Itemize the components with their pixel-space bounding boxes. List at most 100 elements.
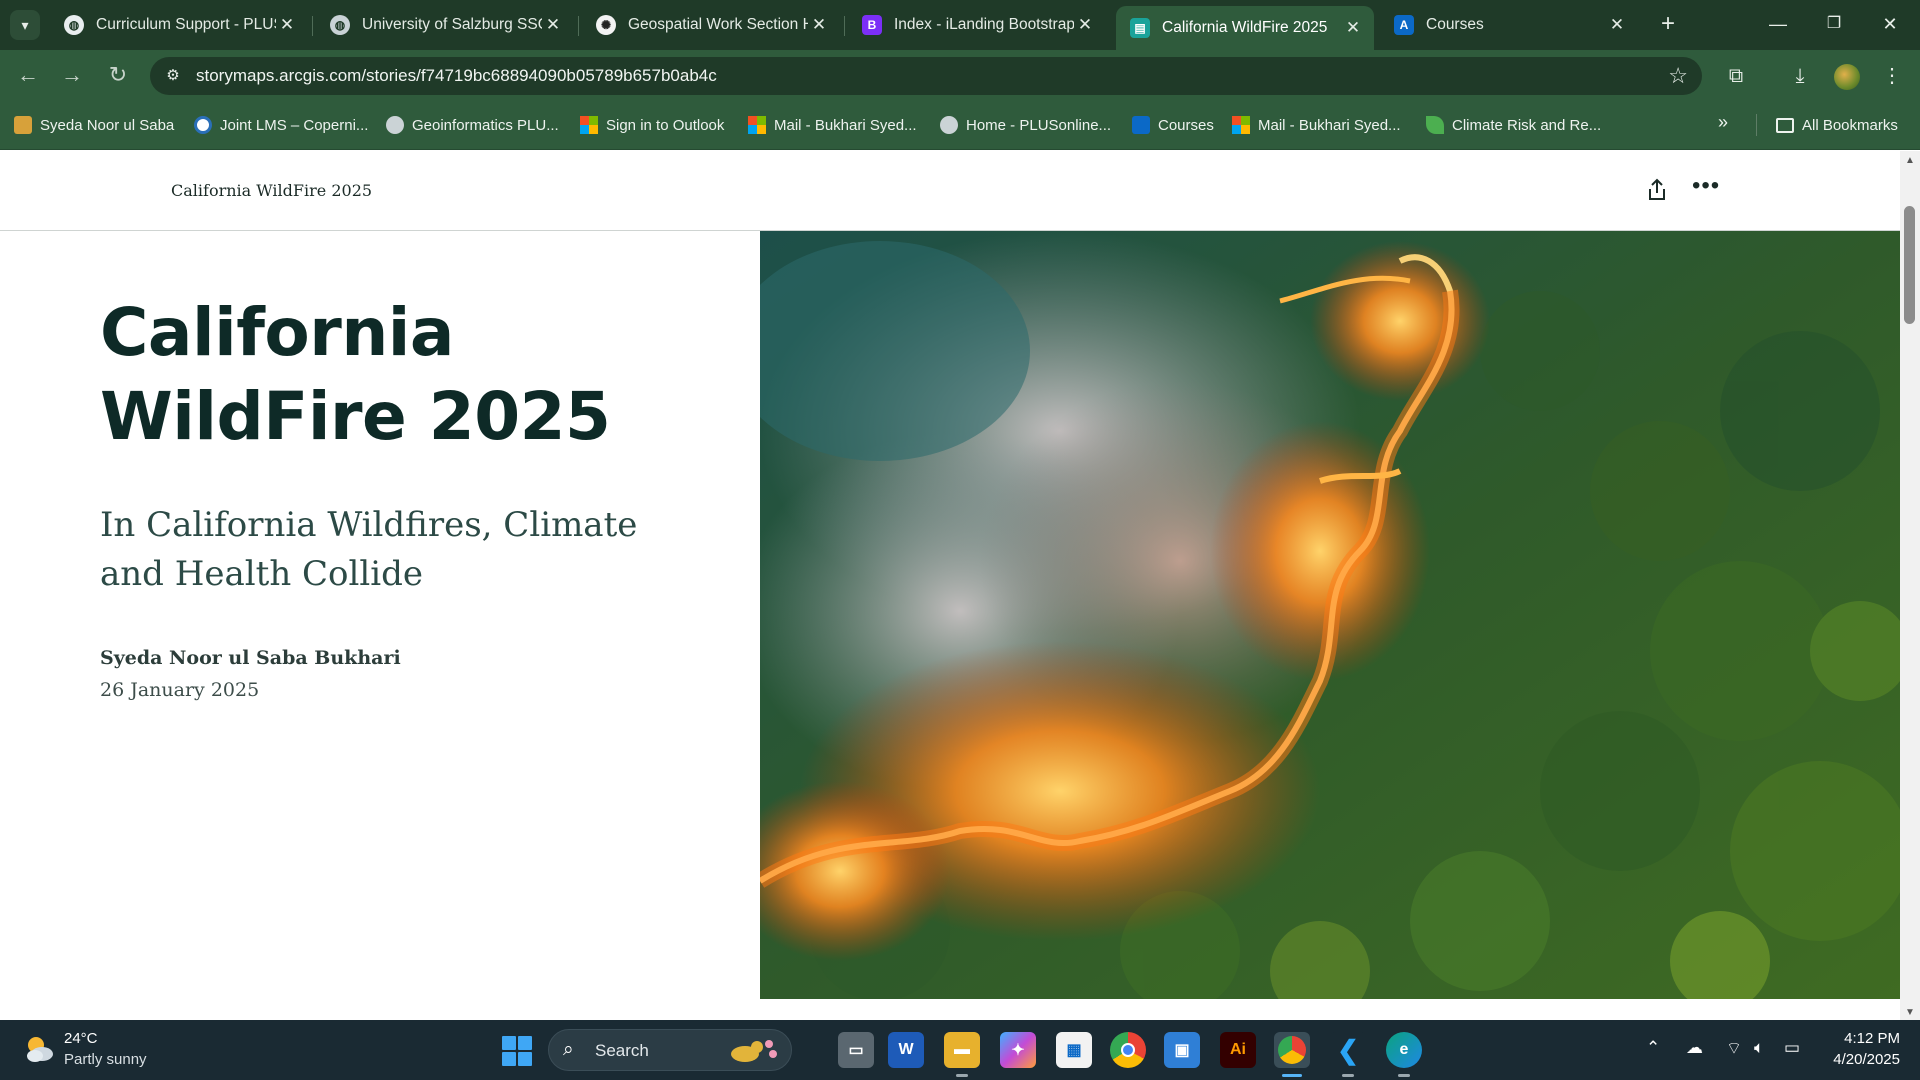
battery-icon[interactable]: ▭: [1784, 1038, 1800, 1058]
globe-icon: ◍: [330, 15, 350, 35]
bookmark-label: Geoinformatics PLU...: [412, 116, 559, 134]
close-tab-icon[interactable]: ✕: [542, 15, 564, 35]
copilot-icon[interactable]: ✦: [1000, 1032, 1036, 1068]
browser-toolbar: ← → ↻ ⚙ storymaps.arcgis.com/stories/f74…: [0, 50, 1920, 100]
bookmark-item[interactable]: Sign in to Outlook: [580, 112, 724, 138]
bookmark-item[interactable]: Mail - Bukhari Syed...: [1232, 112, 1401, 138]
close-tab-icon[interactable]: ✕: [808, 15, 830, 35]
tab-label: University of Salzburg SSO: [362, 16, 542, 33]
site-settings-icon[interactable]: ⚙: [162, 65, 184, 87]
chrome-icon[interactable]: [1110, 1032, 1146, 1068]
bookmark-label: Sign in to Outlook: [606, 116, 725, 134]
share-icon[interactable]: [1644, 177, 1670, 203]
search-label: Search: [595, 1041, 649, 1060]
edge-icon[interactable]: e: [1386, 1032, 1422, 1077]
taskbar-search[interactable]: ⌕ Search: [548, 1029, 792, 1071]
tab-geospatial-work[interactable]: ✺ Geospatial Work Section H ✕: [582, 6, 840, 44]
browser-tab-strip: ▾ ◍ Curriculum Support - PLUS ✕ ◍ Univer…: [0, 0, 1920, 50]
page-scrollbar[interactable]: ▲ ▼: [1900, 151, 1920, 1020]
file-explorer-icon[interactable]: ▬: [944, 1032, 980, 1077]
tab-ilanding-bootstrap[interactable]: B Index - iLanding Bootstrap ✕: [848, 6, 1106, 44]
arcgis-icon: [1132, 116, 1150, 134]
more-bookmarks-chevron-icon[interactable]: »: [1718, 112, 1728, 133]
illustrator-icon[interactable]: Ai: [1220, 1032, 1256, 1068]
bookmark-item[interactable]: Climate Risk and Re...: [1426, 112, 1601, 138]
clock-date[interactable]: 4/20/2025: [1818, 1051, 1900, 1068]
vscode-icon[interactable]: ❮: [1330, 1032, 1366, 1077]
back-button[interactable]: ←: [12, 60, 44, 92]
globe-icon: [940, 116, 958, 134]
word-icon[interactable]: W: [888, 1032, 924, 1068]
all-bookmarks-button[interactable]: All Bookmarks: [1776, 112, 1898, 138]
profile-avatar[interactable]: [1834, 64, 1860, 90]
bookmark-item[interactable]: Joint LMS – Coperni...: [194, 112, 368, 138]
windows-start-icon[interactable]: [502, 1036, 532, 1066]
clock-time[interactable]: 4:12 PM: [1838, 1030, 1900, 1047]
leaf-icon: [1426, 116, 1444, 134]
browser-menu-icon[interactable]: ⋮: [1878, 63, 1906, 91]
url-text[interactable]: storymaps.arcgis.com/stories/f74719bc688…: [196, 66, 717, 86]
notepad-icon[interactable]: ▣: [1164, 1032, 1200, 1068]
extensions-icon[interactable]: ⧉: [1722, 63, 1750, 91]
forward-button[interactable]: →: [56, 60, 88, 92]
restore-button[interactable]: ❐: [1806, 6, 1862, 42]
address-bar[interactable]: ⚙ storymaps.arcgis.com/stories/f74719bc6…: [150, 57, 1702, 95]
bookmark-label: Mail - Bukhari Syed...: [774, 116, 917, 134]
close-tab-icon[interactable]: ✕: [276, 15, 298, 35]
tab-california-wildfire[interactable]: ▤ California WildFire 2025 ✕: [1116, 6, 1374, 50]
globe-icon: ◍: [64, 15, 84, 35]
close-tab-icon[interactable]: ✕: [1342, 18, 1364, 38]
close-window-button[interactable]: ✕: [1862, 6, 1918, 42]
bookmark-star-icon[interactable]: ☆: [1668, 63, 1688, 89]
partly-sunny-icon[interactable]: [22, 1032, 56, 1066]
close-tab-icon[interactable]: ✕: [1606, 15, 1628, 35]
bookmark-item[interactable]: Syeda Noor ul Saba: [14, 112, 174, 138]
tab-salzburg-sso[interactable]: ◍ University of Salzburg SSO ✕: [316, 6, 574, 44]
bookmark-label: Courses: [1158, 116, 1214, 134]
tab-label: Index - iLanding Bootstrap: [894, 16, 1074, 33]
tab-courses[interactable]: A Courses ✕: [1380, 6, 1638, 44]
minimize-button[interactable]: —: [1750, 6, 1806, 42]
story-date: 26 January 2025: [100, 679, 260, 701]
search-highlight-bird-icon: [731, 1040, 777, 1062]
tab-curriculum-support[interactable]: ◍ Curriculum Support - PLUS ✕: [50, 6, 308, 44]
bookmark-icon: [14, 116, 32, 134]
story-title: California WildFire 2025: [100, 294, 611, 455]
bookmark-item[interactable]: Courses: [1132, 112, 1214, 138]
arcgis-icon: A: [1394, 15, 1414, 35]
volume-icon[interactable]: 🔈︎: [1754, 1038, 1764, 1058]
more-options-icon[interactable]: •••: [1692, 174, 1722, 203]
scroll-down-arrow-icon[interactable]: ▼: [1905, 1007, 1915, 1018]
chrome-profile-icon[interactable]: [1274, 1032, 1310, 1077]
task-view-icon[interactable]: ▭: [838, 1032, 874, 1068]
folder-icon: [1776, 117, 1794, 133]
bookmark-divider: [1756, 114, 1757, 136]
story-header-title: California WildFire 2025: [171, 181, 373, 200]
all-bookmarks-label: All Bookmarks: [1802, 116, 1898, 134]
bookmark-item[interactable]: Home - PLUSonline...: [940, 112, 1111, 138]
reload-button[interactable]: ↻: [102, 60, 134, 92]
new-tab-button[interactable]: +: [1652, 10, 1684, 40]
close-tab-icon[interactable]: ✕: [1074, 15, 1096, 35]
globe-icon: [386, 116, 404, 134]
bookmark-item[interactable]: Mail - Bukhari Syed...: [748, 112, 917, 138]
microsoft-store-icon[interactable]: ▦: [1056, 1032, 1092, 1068]
scroll-up-arrow-icon[interactable]: ▲: [1905, 155, 1915, 166]
lms-icon: [194, 116, 212, 134]
bookmarks-bar: Syeda Noor ul Saba Joint LMS – Coperni..…: [0, 100, 1920, 150]
microsoft-icon: [1232, 116, 1250, 134]
windows-taskbar: 24°C Partly sunny ⌕ Search ▭ W ▬ ✦ ▦ ▣ A…: [0, 1020, 1920, 1080]
weather-temperature[interactable]: 24°C: [64, 1030, 98, 1047]
download-icon[interactable]: ⤓: [1786, 63, 1814, 91]
scrollbar-thumb[interactable]: [1904, 206, 1915, 324]
tab-label: Curriculum Support - PLUS: [96, 16, 276, 33]
hero-text-block: California WildFire 2025 In California W…: [100, 291, 660, 701]
wifi-icon[interactable]: ⌔: [1726, 1038, 1742, 1059]
bookmark-item[interactable]: Geoinformatics PLU...: [386, 112, 559, 138]
weather-description[interactable]: Partly sunny: [64, 1051, 147, 1068]
tab-divider: [312, 16, 313, 36]
bootstrap-icon: B: [862, 15, 882, 35]
onedrive-off-icon[interactable]: ☁: [1686, 1038, 1703, 1058]
tab-search-button[interactable]: ▾: [10, 10, 40, 40]
show-hidden-icons-chevron-icon[interactable]: ⌃: [1646, 1038, 1660, 1058]
